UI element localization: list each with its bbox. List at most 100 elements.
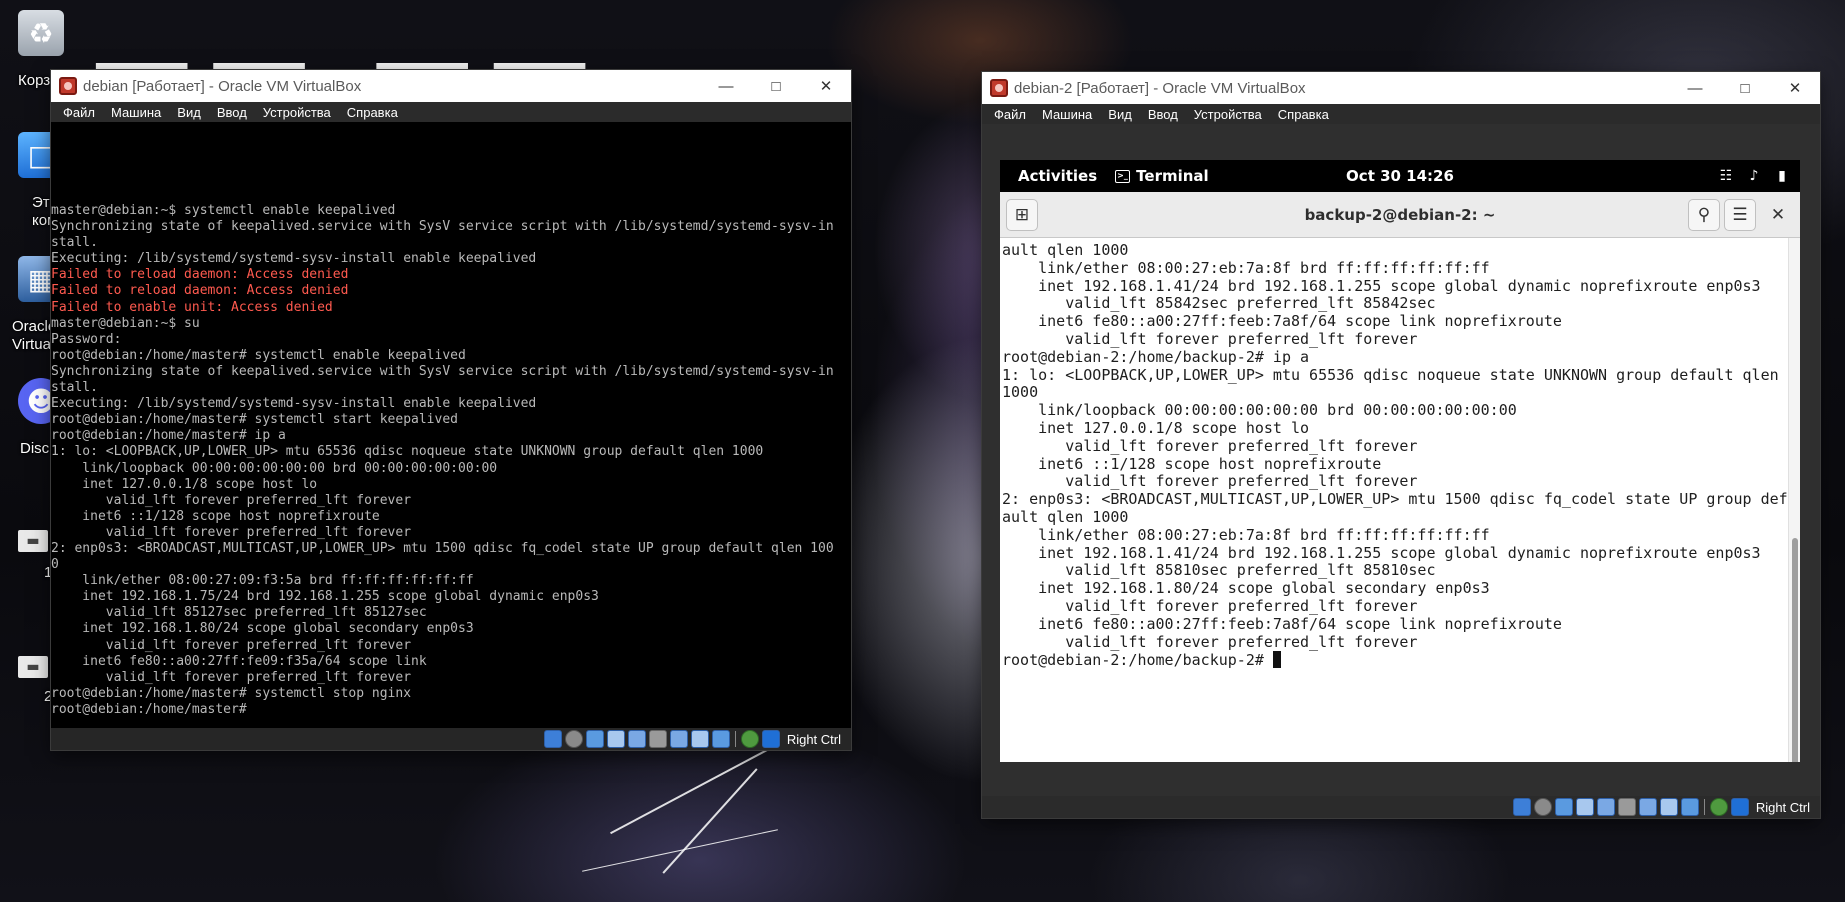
vm-window-debian[interactable]: debian [Работает] - Oracle VM VirtualBox…: [51, 70, 851, 750]
maximize-button[interactable]: □: [751, 70, 801, 102]
console-line: root@debian:/home/master# systemctl enab…: [51, 347, 466, 363]
shared-folders-icon[interactable]: [1617, 798, 1636, 816]
network-wired-icon: ☷: [1719, 168, 1733, 184]
statusbar-separator: [1703, 799, 1705, 815]
terminal-line: root@debian-2:/home/backup-2# ip a: [1002, 347, 1310, 366]
maximize-button[interactable]: □: [1720, 72, 1770, 104]
vm-console-screen[interactable]: master@debian:~$ systemctl enable keepal…: [51, 126, 851, 728]
keyboard-capture-icon[interactable]: [761, 730, 780, 748]
activities-button[interactable]: Activities: [1000, 167, 1115, 185]
vm-window-debian-2[interactable]: debian-2 [Работает] - Oracle VM VirtualB…: [982, 72, 1820, 818]
console-line: Failed to reload daemon: Access denied: [51, 283, 349, 299]
menu-input[interactable]: Ввод: [209, 105, 255, 120]
window-titlebar[interactable]: debian-2 [Работает] - Oracle VM VirtualB…: [982, 72, 1820, 104]
console-line: valid_lft 85127sec preferred_lft 85127se…: [51, 605, 427, 621]
menu-devices[interactable]: Устройства: [1186, 107, 1270, 122]
network-icon[interactable]: [606, 730, 625, 748]
terminal-output: ault qlen 1000 link/ether 08:00:27:eb:7a…: [1002, 241, 1788, 670]
terminal-line: 2: enp0s3: <BROADCAST,MULTICAST,UP,LOWER…: [1002, 490, 1788, 509]
menu-machine[interactable]: Машина: [1034, 107, 1100, 122]
virtualization-icon[interactable]: [1680, 798, 1699, 816]
menu-machine[interactable]: Машина: [103, 105, 169, 120]
terminal-body[interactable]: ault qlen 1000 link/ether 08:00:27:eb:7a…: [1000, 238, 1788, 762]
virtualbox-app-icon: [990, 79, 1008, 97]
system-tray[interactable]: ☷ ♪ ▮: [1718, 160, 1790, 192]
scrollbar-thumb[interactable]: [1792, 538, 1798, 762]
mouse-integration-icon[interactable]: [740, 730, 759, 748]
mouse-integration-icon[interactable]: [1709, 798, 1728, 816]
menu-file[interactable]: Файл: [55, 105, 103, 120]
desktop-icon-recycle-bin[interactable]: ♻ Корз: [18, 10, 72, 89]
terminal-line: link/loopback 00:00:00:00:00:00 brd 00:0…: [1002, 401, 1517, 420]
menu-view[interactable]: Вид: [1100, 107, 1140, 122]
menu-input[interactable]: Ввод: [1140, 107, 1186, 122]
terminal-line: link/ether 08:00:27:eb:7a:8f brd ff:ff:f…: [1002, 258, 1490, 277]
terminal-line: inet6 fe80::a00:27ff:feeb:7a8f/64 scope …: [1002, 312, 1562, 331]
console-line: stall.: [51, 380, 98, 396]
menu-file[interactable]: Файл: [986, 107, 1034, 122]
terminal-line: valid_lft forever preferred_lft forever: [1002, 472, 1418, 491]
minimize-button[interactable]: —: [701, 70, 751, 102]
console-line: 0: [51, 557, 59, 573]
console-line: link/loopback 00:00:00:00:00:00 brd 00:0…: [51, 460, 498, 476]
guest-screen[interactable]: Activities >_ Terminal Oct 30 14:26 ☷ ♪ …: [1000, 160, 1800, 762]
console-line: inet6 fe80::a00:27ff:fe09:f35a/64 scope …: [51, 653, 427, 669]
recording-icon[interactable]: [1659, 798, 1678, 816]
console-line: root@debian:/home/master# ip a: [51, 428, 286, 444]
terminal-close-button[interactable]: ✕: [1762, 199, 1794, 231]
terminal-line: inet 192.168.1.80/24 scope global second…: [1002, 579, 1490, 598]
menu-help[interactable]: Справка: [339, 105, 406, 120]
host-key-label: Right Ctrl: [1755, 799, 1810, 815]
close-icon: ✕: [1788, 80, 1802, 97]
hard-disk-icon[interactable]: [1512, 798, 1531, 816]
console-line: root@debian:/home/master# systemctl stop…: [51, 685, 412, 701]
menu-button[interactable]: ☰: [1724, 198, 1756, 231]
terminal-scrollbar[interactable]: [1788, 238, 1800, 762]
usb-icon[interactable]: [1596, 798, 1615, 816]
usb-icon[interactable]: [627, 730, 646, 748]
recycle-bin-icon: ♻: [18, 10, 64, 56]
console-line: root@debian:/home/master# systemctl star…: [51, 412, 458, 428]
shared-folders-icon[interactable]: [648, 730, 667, 748]
virtualization-icon[interactable]: [711, 730, 730, 748]
terminal-line: ault qlen 1000: [1002, 507, 1129, 526]
terminal-icon: >_: [1115, 169, 1131, 183]
terminal-prompt-line[interactable]: root@debian-2:/home/backup-2#: [1002, 651, 1788, 670]
minimize-icon: —: [718, 77, 734, 95]
hard-disk-icon[interactable]: [543, 730, 562, 748]
menu-devices[interactable]: Устройства: [255, 105, 339, 120]
display-icon[interactable]: [1638, 798, 1657, 816]
console-line: valid_lft forever preferred_lft forever: [51, 637, 412, 653]
app-menu-label: Terminal: [1136, 167, 1209, 185]
audio-icon[interactable]: [1554, 798, 1573, 816]
recording-icon[interactable]: [690, 730, 709, 748]
vm-menubar: Файл Машина Вид Ввод Устройства Справка: [51, 102, 851, 122]
console-line: valid_lft forever preferred_lft forever: [51, 524, 412, 540]
new-tab-button[interactable]: ⊞: [1006, 198, 1038, 231]
console-line: Synchronizing state of keepalived.servic…: [51, 219, 834, 235]
optical-drive-icon[interactable]: [1533, 798, 1552, 816]
console-line: inet 127.0.0.1/8 scope host lo: [51, 476, 318, 492]
search-button[interactable]: ⚲: [1688, 198, 1720, 231]
menu-help[interactable]: Справка: [1270, 107, 1337, 122]
window-titlebar[interactable]: debian [Работает] - Oracle VM VirtualBox…: [51, 70, 851, 102]
menu-view[interactable]: Вид: [169, 105, 209, 120]
display-icon[interactable]: [669, 730, 688, 748]
minimize-button[interactable]: —: [1670, 72, 1720, 104]
optical-drive-icon[interactable]: [564, 730, 583, 748]
console-output: master@debian:~$ systemctl enable keepal…: [51, 203, 851, 718]
terminal-line: ault qlen 1000: [1002, 241, 1129, 259]
terminal-line: valid_lft 85842sec preferred_lft 85842se…: [1002, 294, 1436, 313]
window-title: debian-2 [Работает] - Oracle VM VirtualB…: [1014, 79, 1306, 97]
close-button[interactable]: ✕: [801, 70, 851, 102]
wallpaper-streak: [582, 829, 778, 872]
network-icon[interactable]: [1575, 798, 1594, 816]
close-button[interactable]: ✕: [1770, 72, 1820, 104]
console-line: inet 192.168.1.80/24 scope global second…: [51, 621, 474, 637]
keyboard-capture-icon[interactable]: [1730, 798, 1749, 816]
terminal-line: inet6 ::1/128 scope host noprefixroute: [1002, 454, 1382, 473]
app-menu-terminal[interactable]: >_ Terminal: [1115, 167, 1209, 185]
close-icon: ✕: [1770, 204, 1786, 225]
vm-statusbar: Right Ctrl: [982, 796, 1820, 818]
audio-icon[interactable]: [585, 730, 604, 748]
